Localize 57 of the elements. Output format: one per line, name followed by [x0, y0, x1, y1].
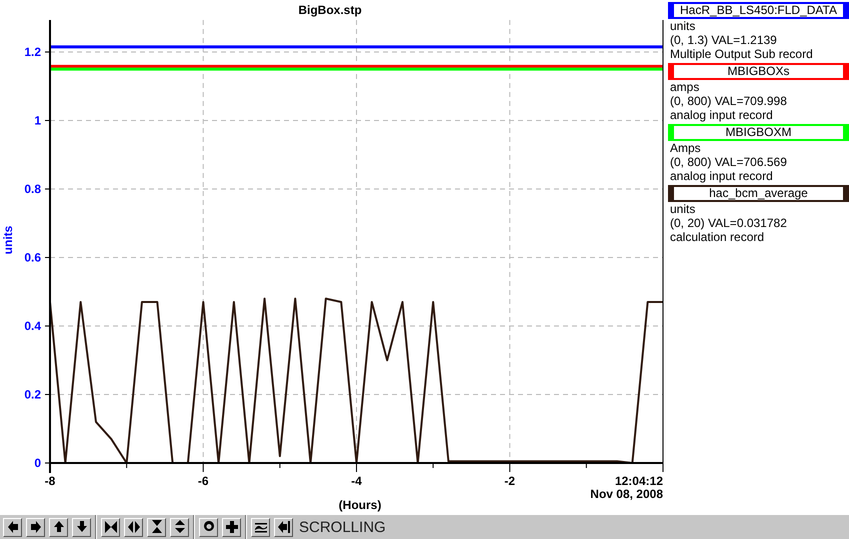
units-label: amps — [669, 80, 700, 94]
legend-header: MBIGBOXs — [668, 63, 849, 80]
units-label: Amps — [669, 141, 702, 155]
record-type-label: analog input record — [669, 169, 774, 183]
wave-line-icon — [254, 523, 266, 532]
outward-vertical-arrows-icon — [174, 520, 184, 533]
legend-header: HacR_BB_LS450:FLD_DATA — [668, 2, 849, 19]
range-value-label: (0, 800) VAL=709.998 — [669, 94, 788, 108]
y-tick-label: 0.6 — [24, 250, 41, 264]
ring-icon — [204, 521, 214, 531]
range-value-label: (0, 800) VAL=706.569 — [669, 155, 788, 169]
down-arrow-button[interactable] — [72, 518, 91, 536]
down-arrow-icon — [76, 521, 86, 532]
x-tick-label: -8 — [44, 474, 56, 488]
left-arrow-icon — [8, 521, 18, 533]
range-value-label: (0, 1.3) VAL=1.2139 — [669, 33, 778, 47]
y-tick-label: 0.4 — [24, 319, 41, 333]
y-tick-label: 1.2 — [24, 45, 41, 59]
y-tick-label: 0.2 — [24, 388, 41, 402]
x-tick-label: -4 — [351, 474, 362, 488]
range-value-label: (0, 20) VAL=0.031782 — [669, 216, 788, 230]
inward-vertical-arrows-icon — [152, 520, 162, 533]
outward-vertical-arrows-button[interactable] — [170, 518, 189, 536]
inward-horizontal-arrows-button[interactable] — [101, 518, 120, 536]
record-type-label: Multiple Output Sub record — [669, 47, 814, 61]
end-date-label: Nov 08, 2008 — [590, 487, 663, 501]
legend-header: MBIGBOXM — [668, 124, 849, 141]
inward-vertical-arrows-button[interactable] — [147, 518, 166, 536]
left-arrow-button[interactable] — [3, 518, 22, 536]
units-label: units — [669, 19, 696, 33]
y-tick-label: 0.8 — [24, 182, 41, 196]
record-type-label: calculation record — [669, 230, 766, 244]
legend-header: hac_bcm_average — [668, 185, 849, 202]
up-arrow-button[interactable] — [49, 518, 68, 536]
plus-icon — [226, 521, 238, 533]
end-time-label: 12:04:12 — [614, 474, 663, 488]
arrow-to-bar-button[interactable] — [274, 518, 293, 536]
x-axis-label: (Hours) — [338, 498, 382, 512]
record-type-label: analog input record — [669, 108, 774, 122]
x-tick-label: -6 — [198, 474, 209, 488]
arrow-to-bar-icon — [278, 521, 290, 533]
mode-label: SCROLLING — [299, 518, 386, 536]
inward-horizontal-arrows-icon — [104, 521, 116, 533]
outward-horizontal-arrows-icon — [128, 521, 140, 533]
right-arrow-button[interactable] — [26, 518, 45, 536]
x-tick-label: -2 — [504, 474, 516, 488]
wave-line-button[interactable] — [251, 518, 270, 536]
units-label: units — [669, 202, 696, 216]
plus-button[interactable] — [222, 518, 241, 536]
up-arrow-icon — [54, 521, 64, 532]
right-arrow-icon — [30, 521, 40, 533]
outward-horizontal-arrows-button[interactable] — [124, 518, 143, 536]
y-axis-label: units — [1, 226, 15, 254]
y-tick-label: 0 — [34, 456, 41, 470]
y-tick-label: 1 — [34, 114, 41, 128]
chart-title: BigBox.stp — [298, 3, 362, 17]
ring-button[interactable] — [199, 518, 218, 536]
